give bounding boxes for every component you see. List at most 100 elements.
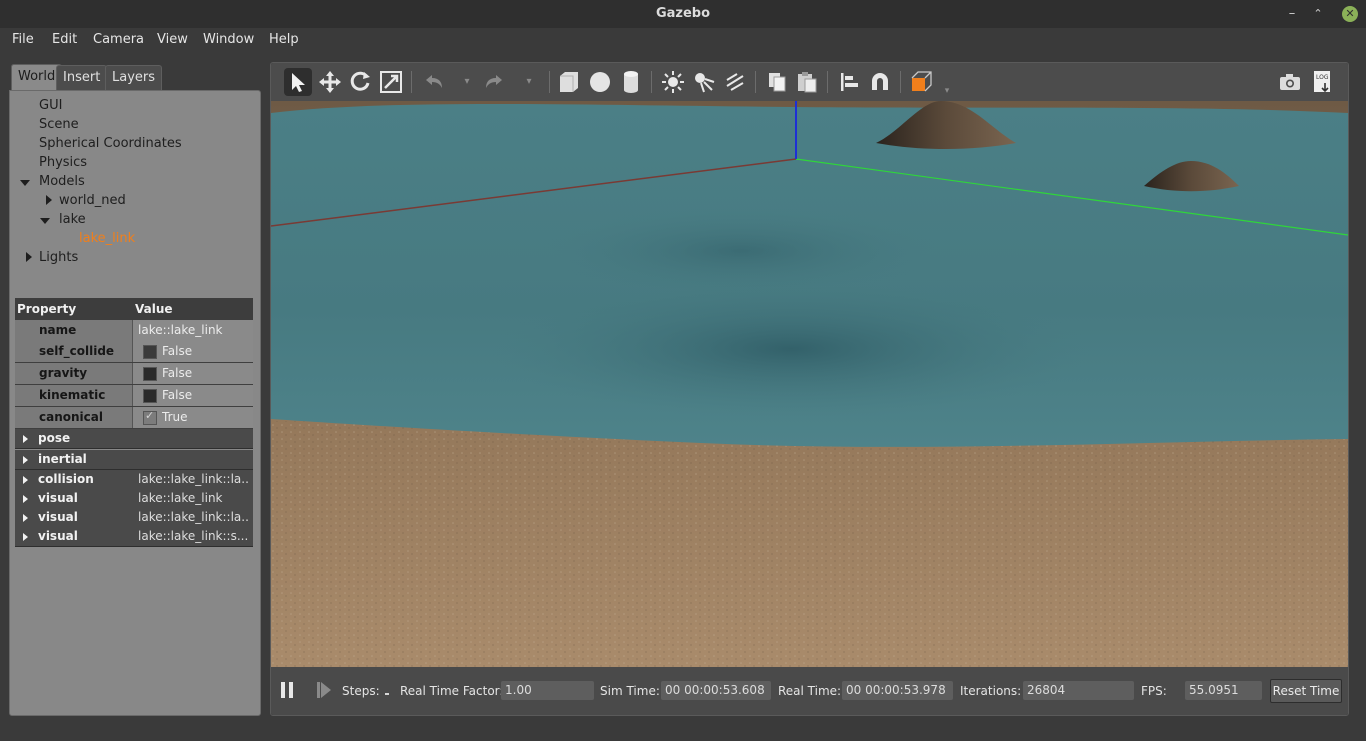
tree-item-world-ned[interactable]: world_ned (59, 193, 126, 208)
real-time-field: 00 00:00:53.978 (842, 681, 953, 700)
menu-help[interactable]: Help (269, 32, 299, 47)
tab-insert[interactable]: Insert (56, 65, 108, 90)
property-row-self-collide: self_collide False (15, 341, 253, 363)
self-collide-checkbox[interactable] (143, 345, 157, 359)
menu-file[interactable]: File (12, 32, 34, 47)
toolbar-separator (755, 71, 756, 93)
undo-icon[interactable] (419, 68, 447, 96)
tree-item-models[interactable]: Models (39, 174, 85, 189)
iterations-field: 26804 (1023, 681, 1134, 700)
steps-stepper[interactable] (385, 693, 389, 695)
tree-item-lake-link[interactable]: lake_link (79, 231, 135, 246)
property-group-visual[interactable]: visual lake::lake_link::s... (15, 527, 253, 547)
group-value: lake::lake_link::la... (138, 510, 250, 524)
kinematic-checkbox[interactable] (143, 389, 157, 403)
tab-layers[interactable]: Layers (105, 65, 163, 90)
gravity-checkbox[interactable] (143, 367, 157, 381)
menu-edit[interactable]: Edit (52, 32, 77, 47)
svg-text:LOG: LOG (1316, 74, 1329, 81)
box-shape-icon[interactable] (555, 68, 583, 96)
canonical-checkbox[interactable] (143, 409, 157, 425)
property-row-kinematic: kinematic False (15, 385, 253, 407)
property-group-collision[interactable]: collision lake::lake_link::la... (15, 470, 253, 490)
expand-arrow-icon[interactable] (40, 218, 50, 224)
group-name: visual (38, 510, 78, 524)
redo-icon[interactable] (481, 68, 509, 96)
viewport-toolbar: ▾ ▾ ▾ LOG (271, 63, 1348, 101)
menu-window[interactable]: Window (203, 32, 254, 47)
property-name: self_collide (15, 341, 133, 362)
scene-render[interactable] (271, 101, 1348, 667)
property-row-name: name lake::lake_link (15, 320, 253, 342)
select-mode-icon[interactable] (284, 68, 312, 96)
property-group-visual[interactable]: visual lake::lake_link::la... (15, 508, 253, 528)
pause-icon (289, 682, 293, 698)
rotate-mode-icon[interactable] (346, 68, 374, 96)
property-row-gravity: gravity False (15, 363, 253, 385)
undo-history-dropdown-icon[interactable]: ▾ (453, 68, 481, 96)
group-name: visual (38, 529, 78, 543)
tree-item-gui[interactable]: GUI (39, 98, 62, 113)
view-angle-icon[interactable] (908, 68, 936, 96)
snap-magnet-icon[interactable] (866, 68, 894, 96)
toolbar-separator (900, 71, 901, 93)
sphere-shape-icon[interactable] (586, 68, 614, 96)
copy-icon[interactable] (763, 68, 791, 96)
property-group-inertial[interactable]: inertial (15, 450, 253, 470)
property-value: True (162, 410, 188, 424)
close-icon[interactable]: ✕ (1342, 6, 1358, 22)
screenshot-camera-icon[interactable] (1276, 68, 1304, 96)
minimize-icon[interactable]: – (1282, 4, 1302, 24)
property-value-field[interactable]: lake::lake_link (138, 320, 254, 341)
property-group-visual[interactable]: visual lake::lake_link (15, 489, 253, 509)
reset-time-button[interactable]: Reset Time (1270, 679, 1342, 703)
expand-arrow-icon (23, 434, 28, 443)
collapse-arrow-icon[interactable] (26, 252, 32, 262)
spot-light-icon[interactable] (690, 68, 718, 96)
toolbar-separator (549, 71, 550, 93)
cylinder-shape-icon[interactable] (617, 68, 645, 96)
property-name: canonical (15, 407, 133, 428)
header-value: Value (135, 302, 173, 316)
log-record-icon[interactable]: LOG (1308, 68, 1336, 96)
collapse-arrow-icon[interactable] (46, 195, 52, 205)
property-value: False (162, 344, 193, 358)
align-icon[interactable] (835, 68, 863, 96)
expand-arrow-icon (23, 532, 28, 541)
expand-arrow-icon (23, 513, 28, 522)
tree-item-scene[interactable]: Scene (39, 117, 79, 132)
tree-item-lake[interactable]: lake (59, 212, 86, 227)
menu-view[interactable]: View (157, 32, 188, 47)
point-light-icon[interactable] (659, 68, 687, 96)
property-name: kinematic (15, 385, 133, 406)
fps-label: FPS: (1141, 684, 1167, 698)
scene-canvas (271, 101, 1348, 667)
iterations-label: Iterations: (960, 684, 1022, 698)
expand-arrow-icon (23, 494, 28, 503)
group-name: inertial (38, 452, 87, 466)
fps-field: 55.0951 (1185, 681, 1262, 700)
sim-time-label: Sim Time: (600, 684, 660, 698)
paste-icon[interactable] (793, 68, 821, 96)
translate-mode-icon[interactable] (316, 68, 344, 96)
scale-mode-icon[interactable] (377, 68, 405, 96)
step-icon[interactable] (317, 682, 331, 698)
directional-light-icon[interactable] (721, 68, 749, 96)
expand-arrow-icon[interactable] (20, 180, 30, 186)
property-group-pose[interactable]: pose (15, 429, 253, 449)
group-name: collision (38, 472, 94, 486)
menu-camera[interactable]: Camera (93, 32, 144, 47)
tree-item-spherical-coordinates[interactable]: Spherical Coordinates (39, 136, 182, 151)
restore-icon[interactable]: ⌃ (1308, 4, 1328, 24)
pause-icon (281, 682, 285, 698)
tab-world[interactable]: World (11, 64, 63, 91)
header-property: Property (17, 302, 77, 316)
tree-item-physics[interactable]: Physics (39, 155, 87, 170)
pause-button[interactable] (281, 682, 295, 698)
toolbar-separator (651, 71, 652, 93)
property-name: name (15, 320, 133, 341)
redo-history-dropdown-icon[interactable]: ▾ (515, 68, 543, 96)
property-value: False (162, 388, 193, 402)
title-bar: Gazebo – ⌃ ✕ (0, 0, 1366, 28)
tree-item-lights[interactable]: Lights (39, 250, 78, 265)
